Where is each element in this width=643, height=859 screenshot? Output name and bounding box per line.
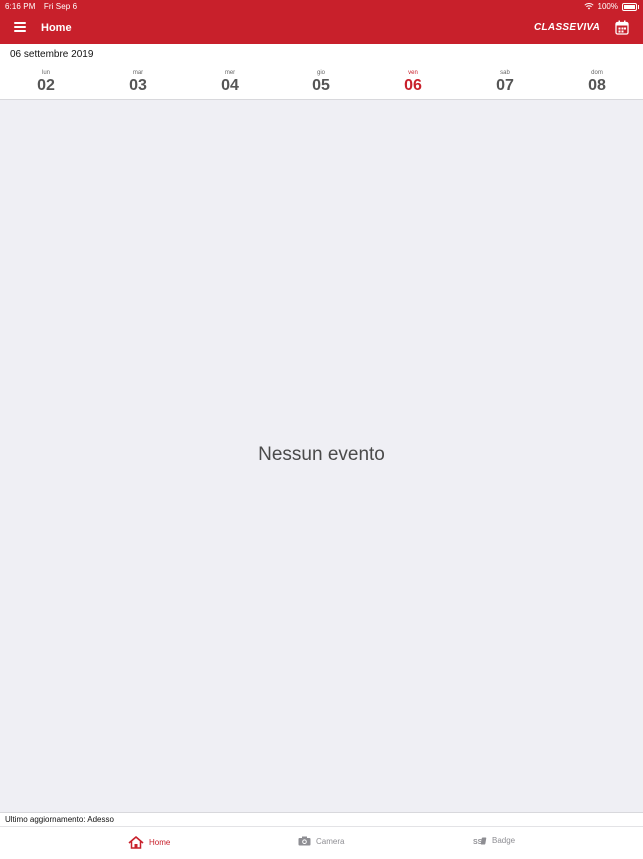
day-name: mer <box>224 70 236 76</box>
calendar-button[interactable] <box>615 20 629 35</box>
day-tue[interactable]: mar 03 <box>108 69 168 95</box>
empty-state-text: Nessun evento <box>258 444 385 465</box>
day-number: 08 <box>588 77 606 94</box>
tab-badge[interactable]: SS Badge <box>473 836 515 845</box>
tab-bar: Home Camera SS Badge <box>0 826 643 859</box>
calendar-icon <box>615 20 629 35</box>
tab-camera[interactable]: Camera <box>298 836 344 846</box>
hamburger-icon <box>14 22 26 24</box>
day-sat[interactable]: sab 07 <box>475 69 535 95</box>
tab-label: Home <box>149 838 171 847</box>
menu-button[interactable] <box>14 22 26 32</box>
day-number: 07 <box>496 77 514 94</box>
status-time: 6:16 PM <box>5 2 36 11</box>
status-date: Fri Sep 6 <box>43 2 78 11</box>
week-selector: 06 settembre 2019 lun 02 mar 03 mer 04 g… <box>0 44 643 100</box>
day-number: 04 <box>221 77 239 94</box>
tab-label: Badge <box>492 836 516 845</box>
top-bar: 6:16 PM Fri Sep 6 100% Home CLASSEVIVA <box>0 0 643 44</box>
days-row: lun 02 mar 03 mer 04 gio 05 ven 06 sab 0… <box>0 69 643 99</box>
status-bar-right: 100% <box>583 2 639 11</box>
day-name: mar <box>132 70 144 76</box>
day-name: lun <box>41 70 50 76</box>
battery-percentage: 100% <box>597 2 618 11</box>
page-title: Home <box>41 22 72 34</box>
day-name: sab <box>500 70 510 76</box>
badge-icon: SS <box>473 837 487 845</box>
tab-label: Camera <box>316 836 345 846</box>
day-number: 02 <box>37 77 55 94</box>
day-fri-selected[interactable]: ven 06 <box>383 69 443 95</box>
camera-icon <box>298 836 311 846</box>
wifi-icon <box>583 3 594 10</box>
day-thu[interactable]: gio 05 <box>291 69 351 95</box>
day-sun[interactable]: dom 08 <box>567 69 627 95</box>
day-name: dom <box>591 70 603 76</box>
day-number: 03 <box>129 77 147 94</box>
day-name: gio <box>316 70 325 76</box>
day-name: ven <box>408 70 418 76</box>
day-number: 06 <box>404 77 422 94</box>
selected-date-title: 06 settembre 2019 <box>10 49 94 60</box>
day-mon[interactable]: lun 02 <box>16 69 76 95</box>
tab-home[interactable]: Home <box>128 836 170 849</box>
battery-icon <box>622 2 639 11</box>
day-number: 05 <box>312 77 330 94</box>
last-update-bar: Ultimo aggiornamento: Adesso <box>0 812 643 827</box>
classeviva-logo: CLASSEVIVA <box>534 22 601 33</box>
last-update-text: Ultimo aggiornamento: Adesso <box>5 815 114 824</box>
day-wed[interactable]: mer 04 <box>200 69 260 95</box>
home-icon <box>128 836 144 849</box>
status-bar-left: 6:16 PM Fri Sep 6 <box>5 2 83 11</box>
